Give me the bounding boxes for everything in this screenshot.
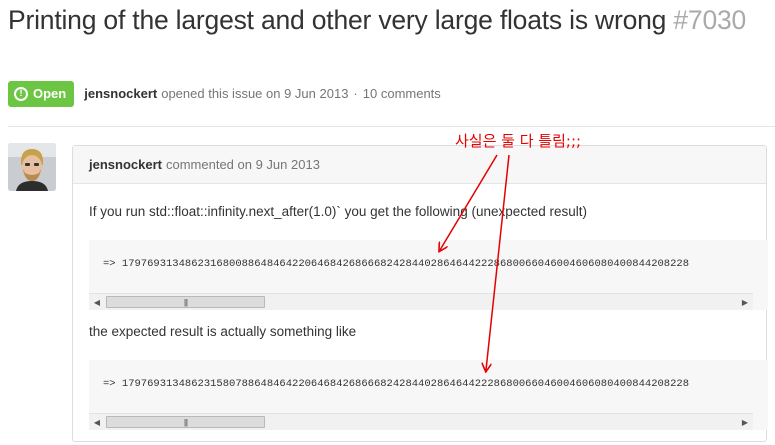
- comments-count: 10 comments: [362, 86, 441, 101]
- scroll-right-icon[interactable]: ▶: [737, 294, 753, 310]
- comment-header: jensnockert commented on 9 Jun 2013: [73, 146, 766, 184]
- issue-meta: ! Open jensnockert opened this issue on …: [8, 80, 441, 107]
- code-block-2: => 1797693134862315807886484642206468426…: [89, 360, 768, 430]
- comment-meta: commented on 9 Jun 2013: [165, 157, 320, 172]
- user-avatar-image: [8, 143, 56, 191]
- status-badge: ! Open: [8, 80, 75, 107]
- comment-paragraph-2: the expected result is actually somethin…: [89, 324, 357, 339]
- scroll-left-icon[interactable]: ◀: [89, 294, 105, 310]
- scroll-right-icon[interactable]: ▶: [737, 414, 753, 430]
- comment-paragraph-1: If you run std::float::infinity.next_aft…: [89, 204, 588, 219]
- scroll-left-icon[interactable]: ◀: [89, 414, 105, 430]
- code-block-1-text: => 1797693134862316800886484642206468426…: [103, 258, 689, 270]
- scroll-thumb[interactable]: |||: [106, 296, 265, 308]
- exclamation-circle-icon: !: [14, 86, 28, 101]
- code-block-2-scrollbar[interactable]: ◀ ||| ▶: [89, 413, 753, 430]
- issue-author-link[interactable]: jensnockert: [84, 86, 157, 101]
- comment-author-link[interactable]: jensnockert: [89, 157, 162, 172]
- avatar[interactable]: [8, 143, 56, 191]
- meta-separator: ·: [353, 86, 358, 101]
- code-block-2-text: => 1797693134862315807886484642206468426…: [103, 378, 689, 390]
- scroll-thumb[interactable]: |||: [106, 416, 265, 428]
- issue-title: Printing of the largest and other very l…: [8, 4, 773, 36]
- comment-box: jensnockert commented on 9 Jun 2013 If y…: [72, 145, 768, 442]
- opened-text: opened this issue on 9 Jun 2013: [161, 86, 349, 101]
- annotation-text: 사실은 둘 다 틀림;;;: [455, 132, 582, 150]
- header-divider: [8, 126, 775, 127]
- issue-title-text: Printing of the largest and other very l…: [8, 5, 667, 35]
- issue-number: #7030: [673, 5, 747, 35]
- status-label: Open: [33, 86, 67, 101]
- code-block-1-scrollbar[interactable]: ◀ ||| ▶: [89, 293, 753, 310]
- code-block-1: => 1797693134862316800886484642206468426…: [89, 240, 768, 310]
